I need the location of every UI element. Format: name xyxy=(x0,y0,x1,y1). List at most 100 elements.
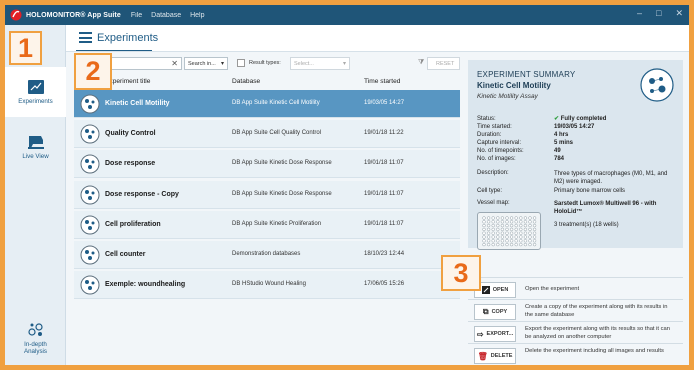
table-row[interactable]: Dose response DB App Suite Kinetic Dose R… xyxy=(74,150,460,179)
reset-label: RESET xyxy=(436,61,455,67)
table-row[interactable]: Exemple: woundhealing DB HStudio Wound He… xyxy=(74,271,460,300)
experiment-title: Quality Control xyxy=(105,130,156,138)
app-name: HOLOMONITOR® App Suite xyxy=(26,11,121,19)
export-label: EXPORT... xyxy=(486,331,514,337)
table-row[interactable]: Cell counter Demonstration databases 18/10… xyxy=(74,240,460,269)
experiment-title: Dose response - Copy xyxy=(105,190,179,198)
checkmark-icon: ✔ xyxy=(554,116,560,122)
funnel-clear-icon: ⧩ xyxy=(418,59,425,66)
copy-icon: ⧉ xyxy=(482,307,489,316)
action-copy: ⧉ COPY Create a copy of the experiment a… xyxy=(468,299,683,321)
cells-analysis-icon xyxy=(27,322,43,336)
search-in-label: Search in... xyxy=(188,61,216,67)
trash-icon: 🗑 xyxy=(477,351,488,361)
result-types-checkbox[interactable] xyxy=(237,59,245,67)
motility-assay-icon xyxy=(640,68,674,102)
clear-search-icon[interactable]: ✕ xyxy=(171,59,178,68)
open-description: Open the experiment xyxy=(525,286,580,292)
table-header: Experiment title Database Time started xyxy=(74,74,460,90)
experiment-well-icon xyxy=(80,275,100,295)
time-started-value: 19/03/05 14:27 xyxy=(554,124,595,130)
filter-bar: ✕ Search in... ▾ Result types: Select...… xyxy=(74,57,460,72)
table-body: Kinetic Cell Motility DB App Suite Kineti… xyxy=(74,90,460,300)
column-time-started[interactable]: Time started xyxy=(364,78,400,85)
action-open: OPEN Open the experiment xyxy=(468,277,683,299)
table-row[interactable]: Quality Control DB App Suite Cell Quality… xyxy=(74,120,460,149)
sidebar-item-label: Live View xyxy=(22,153,49,160)
sidebar-item-label: In-depth Analysis xyxy=(23,340,48,355)
experiment-time: 17/06/05 15:26 xyxy=(364,281,405,288)
hamburger-menu-icon[interactable] xyxy=(79,32,92,43)
result-types-label: Result types: xyxy=(249,60,281,66)
experiment-database: DB App Suite Kinetic Cell Motility xyxy=(232,100,320,106)
status-value: ✔ Fully completed xyxy=(554,115,606,122)
menu-help[interactable]: Help xyxy=(190,12,204,19)
experiment-title: Cell counter xyxy=(105,250,146,258)
delete-label: DELETE xyxy=(490,353,513,359)
experiment-well-icon xyxy=(80,124,100,144)
experiment-time: 19/01/18 11:07 xyxy=(364,160,404,167)
page-header: Experiments xyxy=(66,25,689,52)
copy-button[interactable]: ⧉ COPY xyxy=(474,304,516,320)
menu-database[interactable]: Database xyxy=(151,12,181,19)
table-row[interactable]: Kinetic Cell Motility DB App Suite Kineti… xyxy=(74,90,460,118)
experiment-database: DB App Suite Kinetic Dose Response xyxy=(232,160,332,167)
experiments-table: Experiment title Database Time started K… xyxy=(74,74,460,301)
menu-file[interactable]: File xyxy=(131,12,142,19)
column-database[interactable]: Database xyxy=(232,78,260,85)
sidebar-item-in-depth-analysis[interactable]: In-depth Analysis xyxy=(5,315,66,361)
summary-assay: Kinetic Motility Assay xyxy=(477,93,538,100)
cell-type-label: Cell type: xyxy=(477,188,503,194)
experiment-well-icon xyxy=(80,154,100,174)
maximize-icon[interactable]: □ xyxy=(656,8,661,19)
delete-description: Delete the experiment including all imag… xyxy=(525,348,664,354)
open-icon xyxy=(481,286,490,294)
experiment-title: Exemple: woundhealing xyxy=(105,281,186,289)
action-delete: 🗑 DELETE Delete the experiment including… xyxy=(468,343,683,365)
table-row[interactable]: Cell proliferation DB App Suite Kinetic P… xyxy=(74,210,460,239)
cell-type-value: Primary bone marrow cells xyxy=(554,188,626,194)
app-window: HOLOMONITOR® App Suite File Database Hel… xyxy=(0,0,694,370)
holomonitor-logo-icon xyxy=(9,8,23,22)
callout-2: 2 xyxy=(74,53,112,90)
duration-value: 4 hrs xyxy=(554,132,569,138)
export-button[interactable]: ⇨ EXPORT... xyxy=(474,326,516,342)
chevron-down-icon: ▾ xyxy=(220,61,224,67)
table-row[interactable]: Dose response - Copy DB App Suite Kinetic… xyxy=(74,180,460,209)
experiment-well-icon xyxy=(80,185,100,205)
minimize-icon[interactable]: – xyxy=(637,8,642,19)
vessel-map-label: Vessel map: xyxy=(477,200,510,206)
close-icon[interactable]: ✕ xyxy=(675,8,683,19)
sidebar-item-experiments[interactable]: Experiments xyxy=(5,67,66,117)
timepoints-value: 49 xyxy=(554,148,561,154)
sidebar-item-label: Experiments xyxy=(18,98,53,105)
open-label: OPEN xyxy=(492,287,509,293)
experiment-time: 19/01/18 11:07 xyxy=(364,190,404,197)
duration-label: Duration: xyxy=(477,132,502,138)
treatments-value: 3 treatment(s) (18 wells) xyxy=(554,222,619,228)
experiment-database: Demonstration databases xyxy=(232,250,301,257)
experiment-database: DB App Suite Kinetic Dose Response xyxy=(232,190,332,197)
callout-1: 1 xyxy=(9,31,42,65)
microscope-icon xyxy=(27,136,44,149)
status-label: Status: xyxy=(477,116,496,122)
images-value: 784 xyxy=(554,156,565,162)
reset-button[interactable]: RESET xyxy=(427,57,460,70)
title-bar: HOLOMONITOR® App Suite File Database Hel… xyxy=(5,5,689,25)
result-types-placeholder: Select... xyxy=(294,61,314,67)
delete-button[interactable]: 🗑 DELETE xyxy=(474,348,516,364)
search-in-dropdown[interactable]: Search in... ▾ xyxy=(184,57,228,70)
experiment-well-icon xyxy=(80,94,100,114)
status-text: Fully completed xyxy=(560,116,607,122)
chart-icon xyxy=(27,80,44,94)
vessel-map-value: Sarstedt Lumox® Multiwell 96 - with Holo… xyxy=(554,201,657,215)
experiment-title: Cell proliferation xyxy=(105,220,161,228)
images-label: No. of images: xyxy=(477,156,516,162)
experiment-time: 18/10/23 12:44 xyxy=(364,250,405,257)
experiment-database: DB App Suite Cell Quality Control xyxy=(232,130,322,137)
page-title: Experiments xyxy=(97,32,159,44)
sidebar: Experiments Live View In-depth Analysis xyxy=(5,25,66,365)
result-types-select[interactable]: Select... ▾ xyxy=(290,57,350,70)
experiment-time: 19/03/05 14:27 xyxy=(364,100,405,106)
sidebar-item-live-view[interactable]: Live View xyxy=(5,122,66,172)
